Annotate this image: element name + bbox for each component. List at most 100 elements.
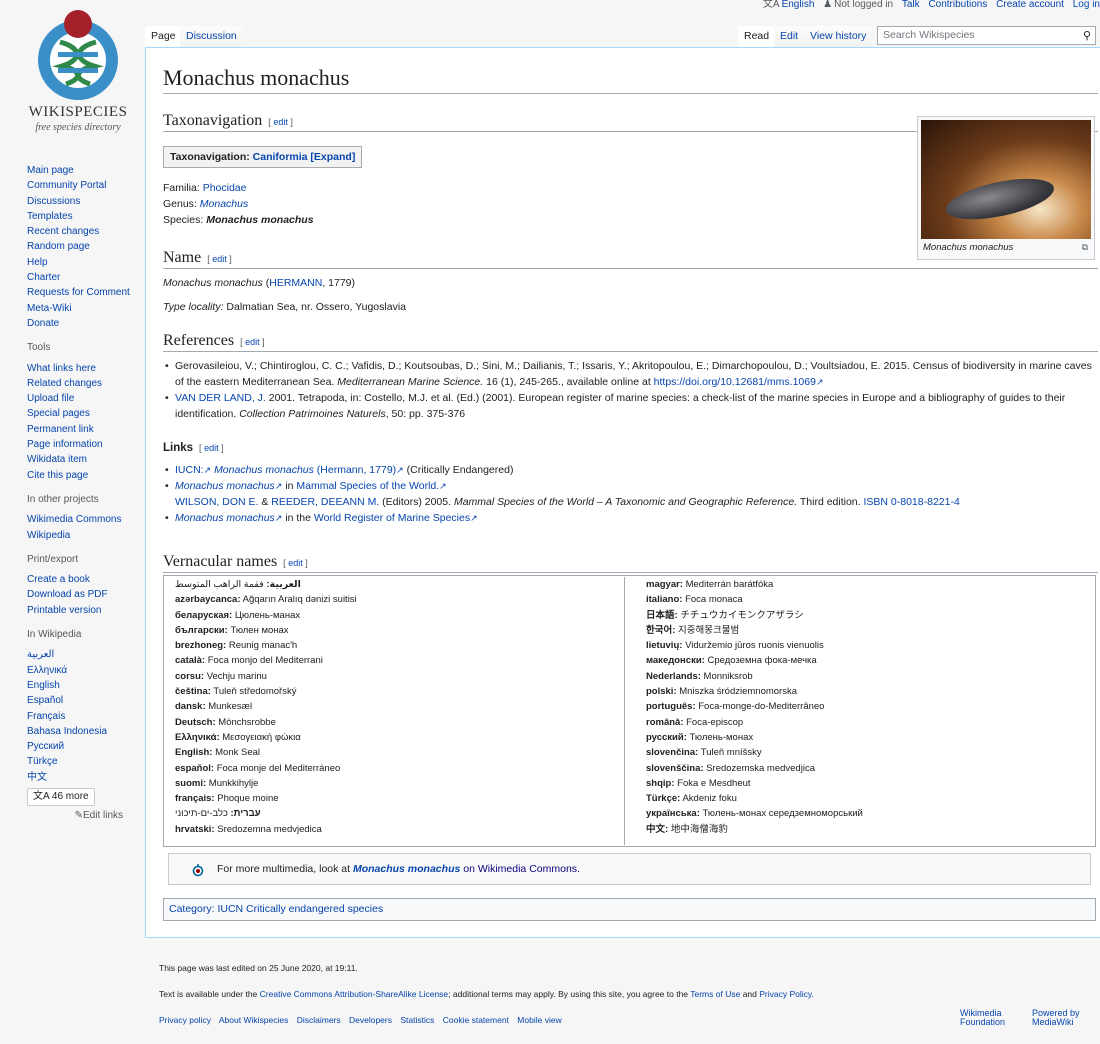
sidebar-item-random-page[interactable]: Random page (27, 239, 137, 254)
edit-link[interactable]: edit (212, 254, 227, 264)
language-link-turkish[interactable]: Türkçe (27, 754, 137, 769)
edit-links-link[interactable]: ✎Edit links (27, 808, 137, 823)
sidebar-item-discussions[interactable]: Discussions (27, 194, 137, 209)
worms-source-link[interactable]: World Register of Marine Species (314, 512, 470, 524)
vernacular-name: Тюлен монах (230, 624, 289, 636)
language-link-english[interactable]: English (27, 678, 137, 693)
sidebar-item-wikipedia[interactable]: Wikipedia (27, 528, 137, 543)
language-link-arabic[interactable]: العربية (27, 647, 137, 662)
search-input[interactable]: Search Wikispecies ⚲ (877, 26, 1096, 45)
sidebar-item-wikidata-item[interactable]: Wikidata item (27, 452, 137, 467)
edit-section-name[interactable]: [ edit ] (207, 254, 232, 264)
footer-about[interactable]: About Wikispecies (219, 1015, 288, 1025)
edit-section-links[interactable]: [ edit ] (199, 443, 224, 453)
sidebar-item-main-page[interactable]: Main page (27, 163, 137, 178)
taxobox-caniformia-link[interactable]: Caniformia (253, 151, 308, 163)
sidebar-item-community-portal[interactable]: Community Portal (27, 178, 137, 193)
talk-link[interactable]: Talk (902, 0, 920, 10)
sidebar-item-recent-changes[interactable]: Recent changes (27, 224, 137, 239)
monk-seal-image[interactable] (921, 120, 1091, 239)
search-icon[interactable]: ⚲ (1083, 28, 1091, 45)
powered-by-mediawiki-badge[interactable]: Powered by MediaWiki (1032, 1009, 1080, 1027)
contributions-link[interactable]: Contributions (928, 0, 987, 10)
sidebar-item-wikimedia-commons[interactable]: Wikimedia Commons (27, 512, 137, 527)
log-in-link[interactable]: Log in (1073, 0, 1100, 10)
msw-author2-link[interactable]: REEDER, DEEANN M. (271, 496, 379, 508)
commons-taxon-link[interactable]: Monachus monachus (353, 863, 460, 875)
edit-link[interactable]: edit (204, 443, 219, 453)
taxobox-expand-button[interactable]: [Expand] (310, 151, 355, 163)
sidebar-item-what-links-here[interactable]: What links here (27, 361, 137, 376)
categories-link[interactable]: Category: (169, 903, 215, 915)
footer-developers[interactable]: Developers (349, 1015, 392, 1025)
language-link-russian[interactable]: Русский (27, 739, 137, 754)
sidebar-item-printable-version[interactable]: Printable version (27, 603, 137, 618)
privacy-policy-link[interactable]: Privacy Policy. (759, 989, 814, 999)
name-author-link[interactable]: HERMANN (269, 277, 322, 289)
commons-suffix-link[interactable]: on Wikimedia Commons. (463, 863, 580, 875)
terms-link[interactable]: Terms of Use (690, 989, 740, 999)
edit-link[interactable]: edit (288, 558, 303, 568)
edit-section-references[interactable]: [ edit ] (240, 337, 265, 347)
genus-link[interactable]: Monachus (200, 198, 248, 210)
msw-source-link[interactable]: Mammal Species of the World. (296, 480, 439, 492)
license-link[interactable]: Creative Commons Attribution-ShareAlike … (260, 989, 449, 999)
edit-link[interactable]: edit (273, 117, 288, 127)
footer-mobile-view[interactable]: Mobile view (517, 1015, 561, 1025)
sidebar-item-charter[interactable]: Charter (27, 270, 137, 285)
iucn-author-link[interactable]: (Hermann, 1779) (317, 464, 396, 476)
sidebar-item-create-book[interactable]: Create a book (27, 572, 137, 587)
iucn-link[interactable]: IUCN: (175, 464, 204, 476)
msw-author1-link[interactable]: WILSON, DON E. (175, 496, 258, 508)
ref1-doi-link[interactable]: https://doi.org/10.12681/mms.1069 (654, 376, 816, 388)
tab-discussion[interactable]: Discussion (180, 26, 243, 47)
msw-taxon-link[interactable]: Monachus monachus (175, 480, 275, 492)
create-account-link[interactable]: Create account (996, 0, 1064, 10)
sidebar-item-meta-wiki[interactable]: Meta-Wiki (27, 301, 137, 316)
vernacular-name: Цюлень-манах (234, 609, 301, 621)
language-icon: 文A (33, 790, 52, 802)
tab-read[interactable]: Read (738, 26, 776, 47)
tab-page[interactable]: Page (145, 26, 182, 47)
edit-section-vernacular[interactable]: [ edit ] (283, 558, 308, 568)
sidebar-item-donate[interactable]: Donate (27, 316, 137, 331)
footer-privacy-policy[interactable]: Privacy policy (159, 1015, 211, 1025)
ref2-author-link[interactable]: VAN DER LAND, J. (175, 392, 266, 404)
sidebar-item-upload-file[interactable]: Upload file (27, 391, 137, 406)
language-link-indonesian[interactable]: Bahasa Indonesia (27, 724, 137, 739)
language-icon[interactable]: 文A (763, 0, 780, 10)
sidebar-item-permanent-link[interactable]: Permanent link (27, 422, 137, 437)
language-link-chinese[interactable]: 中文 (27, 770, 137, 785)
site-logo[interactable]: WIKISPECIES free species directory (22, 8, 134, 138)
sidebar-item-related-changes[interactable]: Related changes (27, 376, 137, 391)
species-thumbnail[interactable]: Monachus monachus ⧉ (917, 116, 1095, 260)
language-link-greek[interactable]: Ελληνικά (27, 663, 137, 678)
msw-isbn-link[interactable]: ISBN 0-8018-8221-4 (863, 496, 959, 508)
tab-view-history[interactable]: View history (804, 26, 873, 47)
logo-tagline: free species directory (35, 122, 121, 133)
familia-link[interactable]: Phocidae (203, 182, 247, 194)
sidebar-item-page-information[interactable]: Page information (27, 437, 137, 452)
vernacular-name: Monk Seal (215, 747, 261, 759)
iucn-taxon-link[interactable]: Monachus monachus (214, 464, 314, 476)
footer-statistics[interactable]: Statistics (400, 1015, 434, 1025)
language-link-french[interactable]: Français (27, 709, 137, 724)
sidebar-item-help[interactable]: Help (27, 255, 137, 270)
sidebar-item-download-pdf[interactable]: Download as PDF (27, 587, 137, 602)
worms-taxon-link[interactable]: Monachus monachus (175, 512, 275, 524)
sidebar-item-templates[interactable]: Templates (27, 209, 137, 224)
tab-edit[interactable]: Edit (774, 26, 805, 47)
footer-disclaimers[interactable]: Disclaimers (297, 1015, 341, 1025)
sidebar-item-cite-this-page[interactable]: Cite this page (27, 468, 137, 483)
magnify-icon[interactable]: ⧉ (1082, 242, 1088, 253)
sidebar-item-special-pages[interactable]: Special pages (27, 406, 137, 421)
more-languages-button[interactable]: 文A 46 more (27, 787, 95, 806)
category-iucn-link[interactable]: IUCN Critically endangered species (217, 903, 383, 915)
language-link-spanish[interactable]: Español (27, 693, 137, 708)
footer-cookie-statement[interactable]: Cookie statement (443, 1015, 509, 1025)
edit-section-taxonavigation[interactable]: [ edit ] (268, 117, 293, 127)
sidebar-item-requests-for-comment[interactable]: Requests for Comment (27, 285, 137, 300)
edit-link[interactable]: edit (245, 337, 260, 347)
language-link[interactable]: English (782, 0, 815, 10)
wikimedia-foundation-badge[interactable]: Wikimedia Foundation (960, 1009, 1005, 1027)
